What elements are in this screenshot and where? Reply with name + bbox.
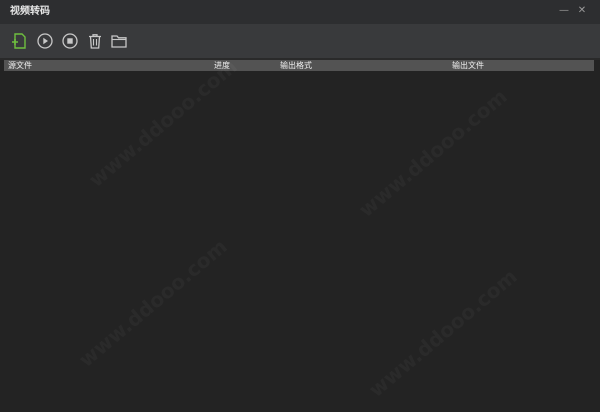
play-icon <box>37 33 53 49</box>
window-title: 视频转码 <box>10 6 50 17</box>
toolbar <box>0 24 600 58</box>
table-header: 源文件 进度 输出格式 输出文件 <box>4 60 594 71</box>
add-file-button[interactable] <box>11 32 29 50</box>
folder-icon <box>111 35 127 48</box>
minimize-button[interactable]: — <box>557 4 571 18</box>
stop-button[interactable] <box>61 32 79 50</box>
open-folder-button[interactable] <box>110 32 128 50</box>
watermark: www.ddooo.com <box>84 54 242 192</box>
trash-icon <box>89 34 101 49</box>
file-list[interactable]: www.ddooo.com www.ddooo.com www.ddooo.co… <box>0 71 600 412</box>
watermark: www.ddooo.com <box>354 84 512 222</box>
start-button[interactable] <box>36 32 54 50</box>
column-header-output-file[interactable]: 输出文件 <box>452 60 592 71</box>
transcode-window: 视频转码 — ✕ 源文件 进度 输出格式 输出文件 <box>0 0 600 412</box>
column-header-source-file[interactable]: 源文件 <box>8 60 208 71</box>
delete-button[interactable] <box>86 32 104 50</box>
column-header-output-format[interactable]: 输出格式 <box>280 60 450 71</box>
watermark: www.ddooo.com <box>364 264 522 402</box>
add-file-icon <box>12 33 26 49</box>
close-button[interactable]: ✕ <box>575 4 589 18</box>
title-bar[interactable]: 视频转码 — ✕ <box>0 0 600 24</box>
watermark: www.ddooo.com <box>74 234 232 372</box>
stop-icon <box>62 33 78 49</box>
